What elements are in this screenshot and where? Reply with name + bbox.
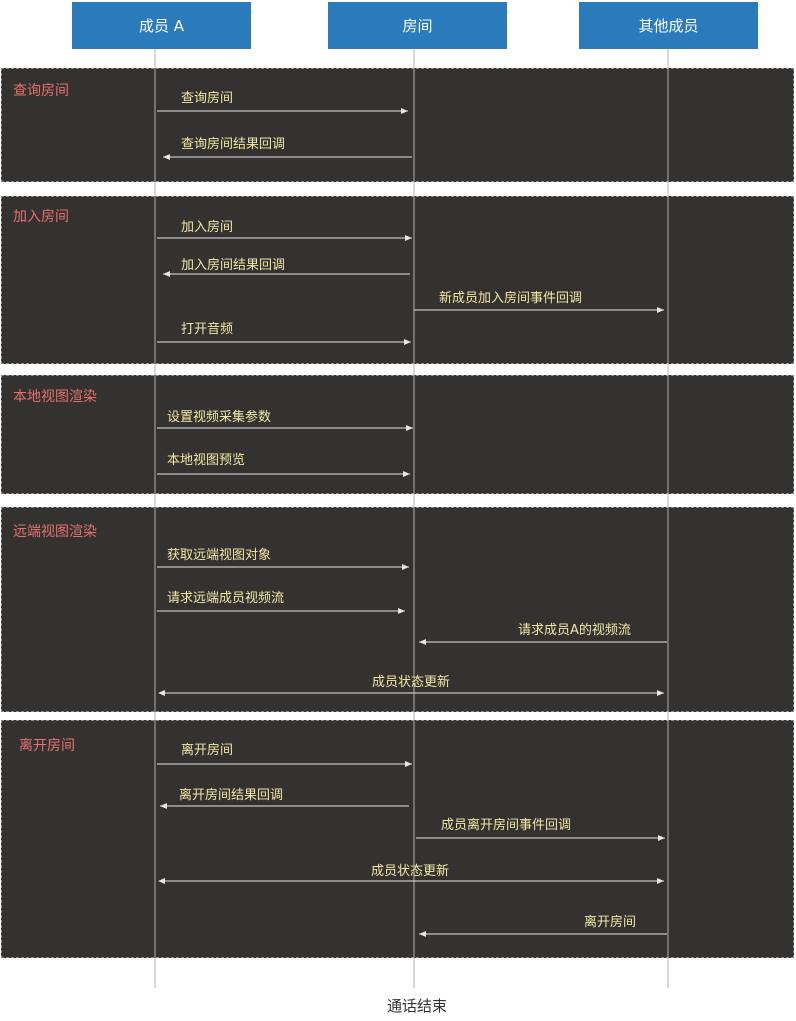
message-label: 查询房间: [181, 91, 234, 106]
message-label: 离开房间: [181, 743, 234, 758]
message-label: 查询房间结果回调: [181, 137, 286, 152]
group-title: 查询房间: [13, 83, 69, 99]
message-label: 打开音频: [181, 322, 234, 337]
group-title: 远端视图渲染: [13, 524, 97, 540]
sequence-diagram: 成员 A 房间 其他成员 查询房间加入房间本地视图渲染 远端视图渲染离开房间 查询房…: [0, 0, 796, 1021]
footer-call-end: 通话结束: [386, 997, 447, 1015]
message-label: 请求远端成员视频流: [167, 591, 285, 606]
message-label: 成员离开房间事件回调: [441, 818, 572, 833]
message-label: 成员状态更新: [372, 675, 451, 690]
message-label: 加入房间结果回调: [181, 258, 286, 273]
group-title: 离开房间: [19, 738, 75, 754]
message-label: 成员状态更新: [371, 864, 450, 879]
message-label: 离开房间结果回调: [179, 788, 284, 803]
message-label: 本地视图预览: [167, 453, 246, 468]
group-title: 本地视图渲染: [13, 389, 97, 405]
message-label: 请求成员A的视频流: [518, 623, 631, 638]
participant-member-a: 成员 A: [72, 2, 251, 49]
group-title: 加入房间: [13, 209, 69, 225]
message-label: 加入房间: [181, 220, 234, 235]
message-label: 新成员加入房间事件回调: [439, 291, 583, 306]
message-label: 获取远端视图对象: [167, 548, 272, 563]
participant-room: 房间: [328, 2, 507, 49]
participant-other-members: 其他成员: [579, 2, 758, 49]
message-label: 设置视频采集参数: [167, 410, 272, 425]
message-label: 离开房间: [584, 915, 637, 930]
